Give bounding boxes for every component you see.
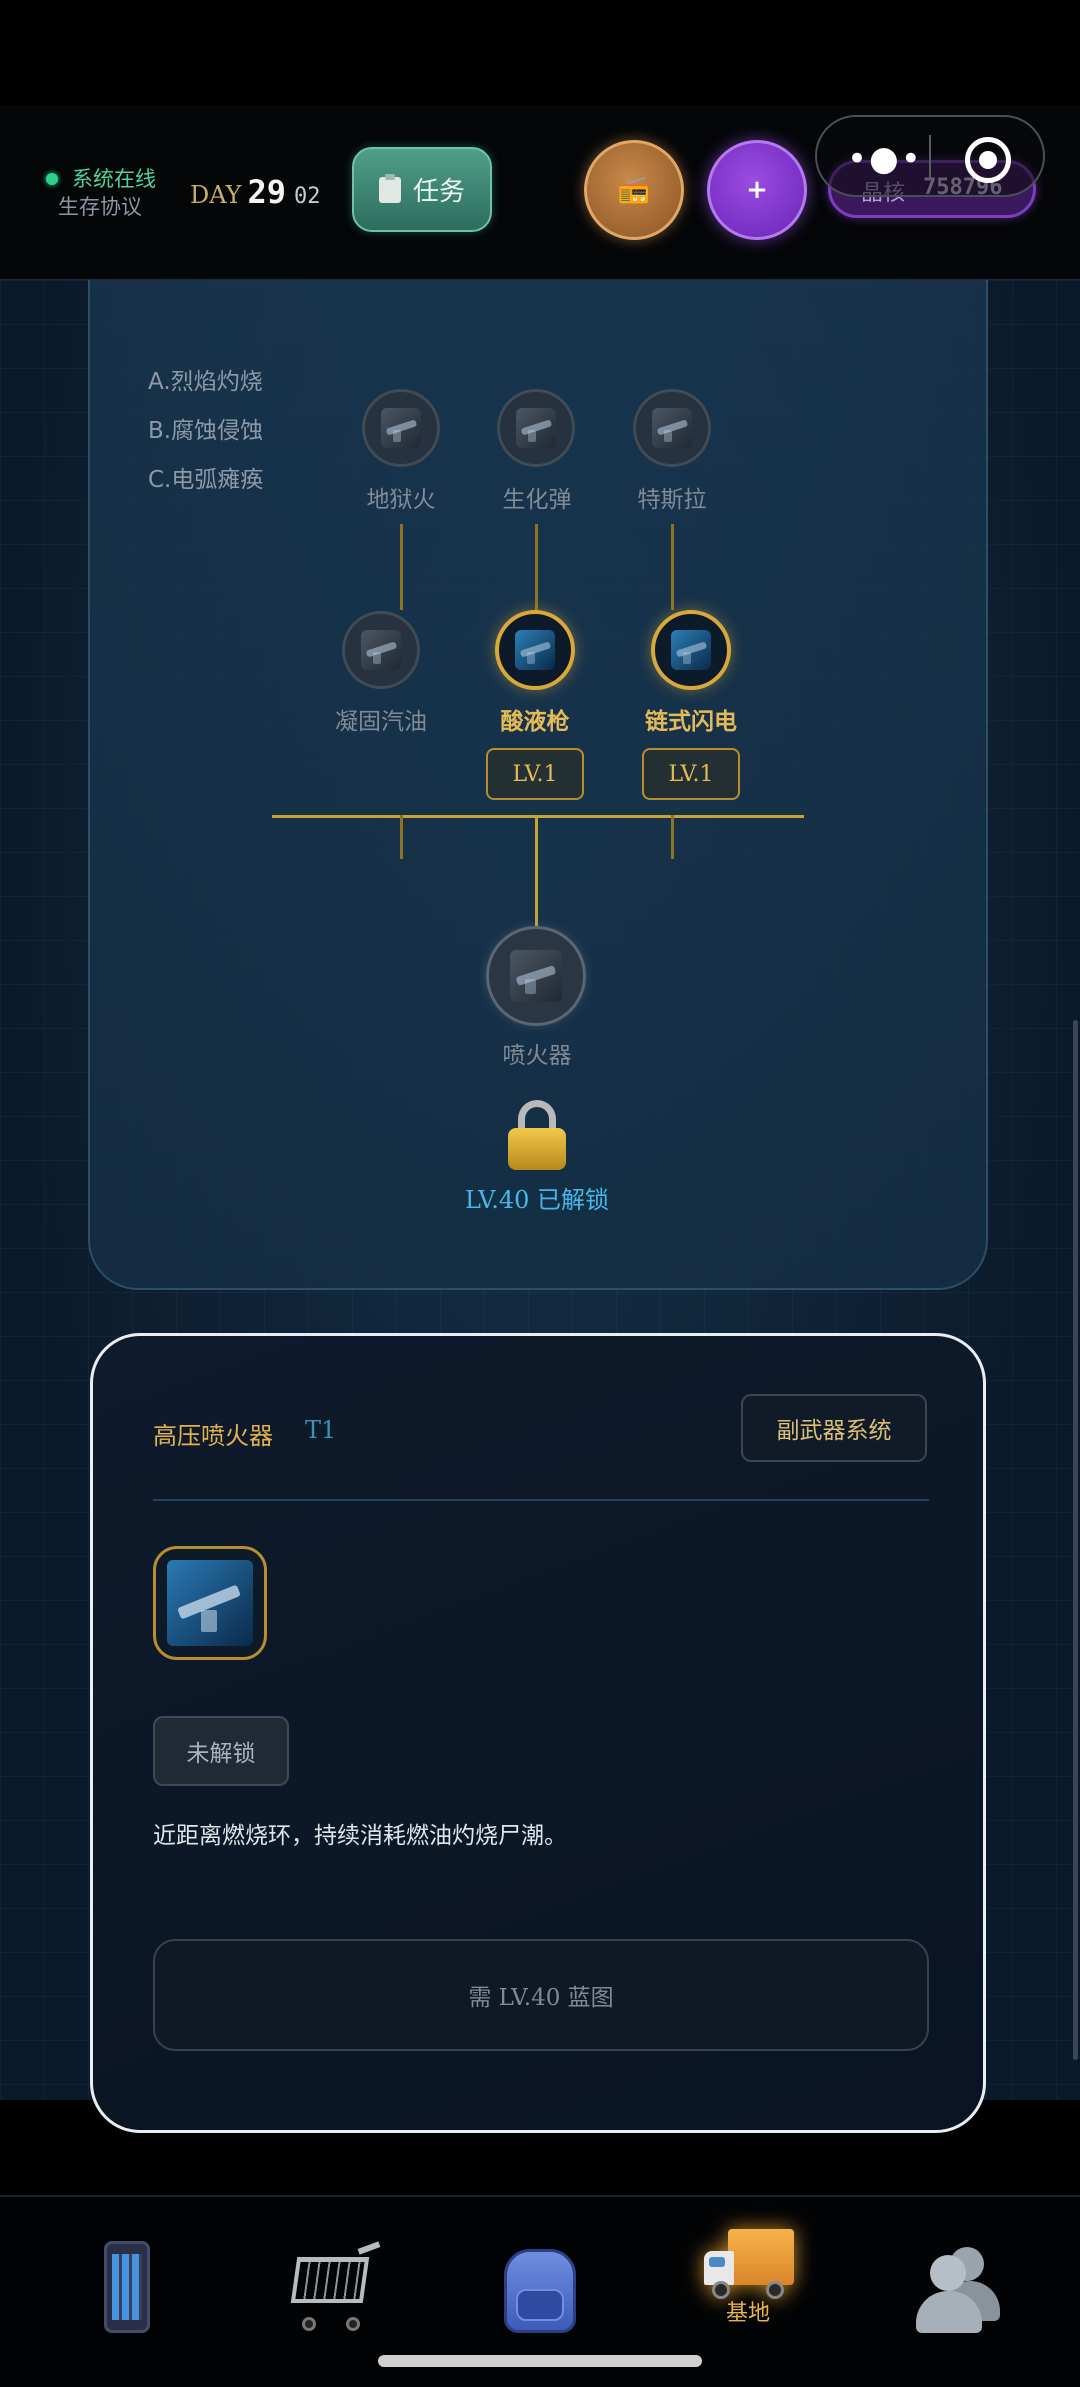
level-badge-acid-gun: LV.1 — [486, 748, 584, 800]
truck-icon — [698, 2217, 798, 2301]
plus-icon: + — [746, 175, 768, 205]
level-badge-chain-lightning: LV.1 — [642, 748, 740, 800]
online-indicator-icon — [46, 173, 58, 185]
add-button[interactable]: + — [707, 140, 807, 240]
napalm-icon — [360, 629, 402, 671]
tesla-icon — [651, 407, 693, 449]
home-indicator[interactable] — [378, 2355, 702, 2367]
day-counter: DAY 29 02 — [190, 173, 320, 211]
day-label: DAY — [190, 181, 242, 209]
cart-icon — [280, 2237, 381, 2337]
node-acid-gun[interactable] — [495, 610, 575, 690]
nav-item-base[interactable]: 基地 — [688, 2217, 808, 2327]
radio-button[interactable]: 📻 — [584, 140, 684, 240]
unlock-level-text: LV.40 已解锁 — [464, 1186, 610, 1214]
node-label-flamethrower: 喷火器 — [502, 1043, 572, 1069]
weapon-tier: T1 — [305, 1416, 337, 1444]
secondary-weapon-system-button[interactable]: 副武器系统 — [741, 1394, 927, 1462]
connector-root-up — [535, 818, 538, 926]
node-label-hellfire: 地狱火 — [366, 487, 436, 513]
status-text: 系统在线 — [72, 167, 156, 191]
nav-item-shop[interactable] — [270, 2237, 390, 2347]
day-sub: 02 — [293, 184, 321, 209]
flamethrower-icon — [509, 949, 563, 1003]
app-title: 生存协议 — [58, 195, 142, 219]
connector-tesla — [671, 524, 674, 610]
biobomb-icon — [515, 407, 557, 449]
node-napalm[interactable] — [342, 611, 420, 689]
scrollbar[interactable] — [1073, 1020, 1078, 2060]
nav-item-phone[interactable] — [66, 2237, 186, 2347]
node-biobomb[interactable] — [497, 389, 575, 467]
app-root: A.烈焰灼烧 B.腐蚀侵蚀 C.电弧瘫痪 地狱火 生化弹 特斯拉 凝固汽油 酸液… — [0, 0, 1080, 2387]
legend-item-arc: C.电弧瘫痪 — [148, 467, 264, 493]
node-tesla[interactable] — [633, 389, 711, 467]
phone-icon — [76, 2237, 176, 2337]
node-hellfire[interactable] — [362, 389, 440, 467]
clipboard-icon — [378, 173, 401, 203]
top-header: 系统在线 生存协议 DAY2902 任务 📻 + 晶核 758796 •●• — [0, 105, 1080, 280]
node-label-napalm: 凝固汽油 — [335, 709, 427, 735]
flamethrower-blueprint-icon — [167, 1560, 253, 1646]
divider — [153, 1499, 929, 1501]
node-label-acid-gun: 酸液枪 — [500, 709, 570, 735]
acid-gun-icon — [514, 629, 556, 671]
nav-item-backpack[interactable] — [480, 2237, 600, 2347]
day-number: 29 — [247, 173, 286, 211]
chain-lightning-icon — [670, 629, 712, 671]
weapon-image — [153, 1546, 267, 1660]
legend-item-fire: A.烈焰灼烧 — [148, 369, 263, 395]
hellfire-icon — [380, 407, 422, 449]
branch-legend: A.烈焰灼烧 B.腐蚀侵蚀 C.电弧瘫痪 — [148, 358, 263, 505]
more-options-icon[interactable]: •●• — [847, 139, 923, 179]
backpack-icon — [490, 2237, 590, 2337]
task-button[interactable]: 任务 — [352, 147, 492, 232]
node-label-tesla: 特斯拉 — [637, 487, 707, 513]
weapon-title: 高压喷火器 — [153, 1422, 273, 1450]
lock-status-badge: 未解锁 — [153, 1716, 289, 1786]
node-label-biobomb: 生化弹 — [502, 487, 572, 513]
node-label-chain-lightning: 链式闪电 — [645, 709, 737, 735]
weapon-detail-panel: 高压喷火器 T1 副武器系统 未解锁 近距离燃烧环，持续消耗燃油灼烧尸潮。 需 … — [90, 1333, 986, 2133]
connector-hellfire — [400, 524, 403, 610]
legend-item-corrosion: B.腐蚀侵蚀 — [148, 418, 264, 444]
miniprogram-capsule: •●• — [815, 115, 1045, 197]
connector-napalm-down — [400, 815, 403, 859]
node-chain-lightning[interactable] — [651, 610, 731, 690]
padlock-icon — [508, 1100, 566, 1170]
radio-icon: 📻 — [617, 175, 651, 205]
node-flamethrower[interactable] — [486, 926, 586, 1026]
weapon-description: 近距离燃烧环，持续消耗燃油灼烧尸潮。 — [153, 1823, 567, 1849]
blueprint-requirement-button[interactable]: 需 LV.40 蓝图 — [153, 1939, 929, 2051]
connector-chain-down — [671, 815, 674, 859]
capsule-divider — [929, 135, 931, 179]
connector-biobomb — [535, 524, 538, 610]
connector-horizontal — [272, 815, 804, 818]
users-icon — [906, 2237, 1006, 2337]
nav-item-profile[interactable] — [896, 2237, 1016, 2347]
close-target-icon[interactable] — [965, 137, 1011, 183]
task-button-label: 任务 — [412, 177, 465, 207]
